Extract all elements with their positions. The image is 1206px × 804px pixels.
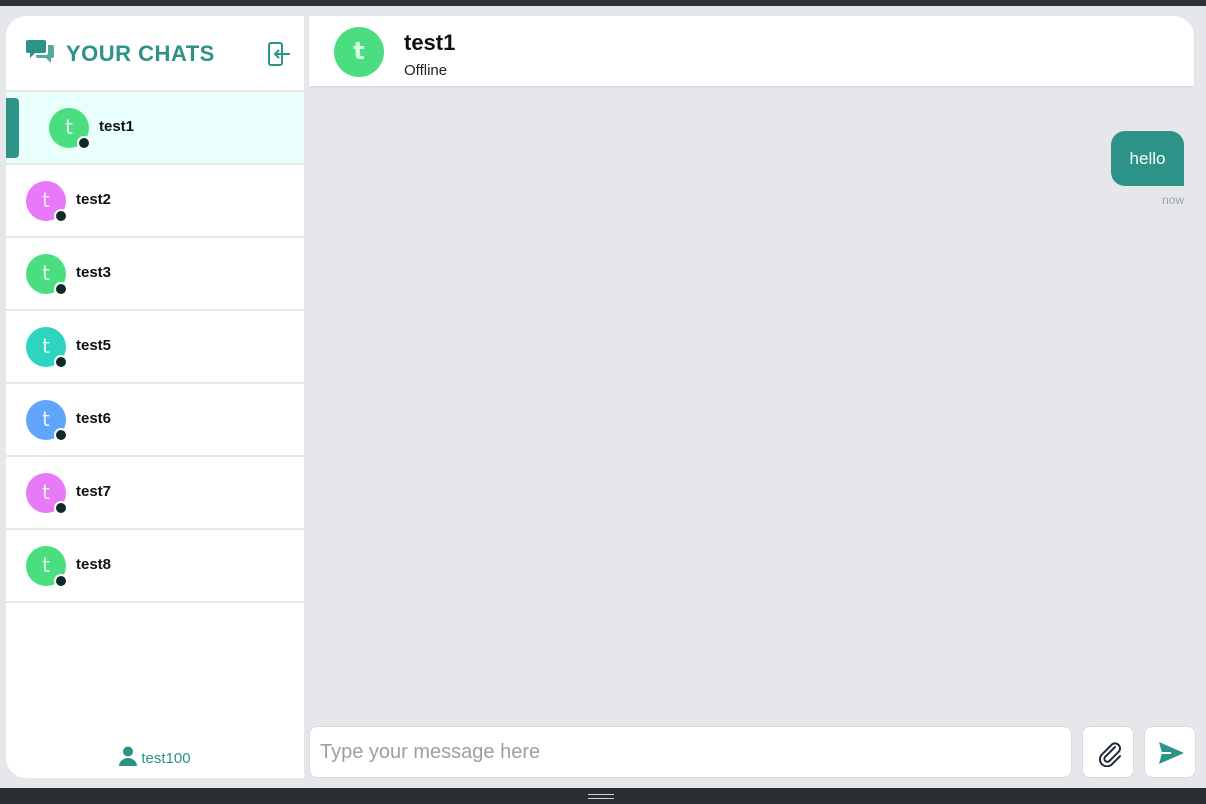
avatar: t [49, 108, 91, 150]
avatar: t [26, 400, 68, 442]
resize-handle[interactable] [588, 798, 614, 799]
status-dot [54, 574, 68, 588]
user-icon [119, 746, 138, 766]
chat-item-test5[interactable]: t test5 [6, 311, 304, 384]
avatar-initial: t [42, 553, 50, 577]
chat-bubbles-icon [26, 40, 54, 63]
chat-name: test6 [76, 410, 112, 427]
status-dot [77, 136, 91, 150]
attach-button[interactable] [1082, 726, 1134, 778]
avatar-initial: t [65, 115, 73, 139]
message-input[interactable] [309, 726, 1072, 778]
avatar: t [26, 473, 68, 515]
contact-avatar: t [334, 27, 384, 77]
chat-header: t test1 Offline [309, 16, 1194, 86]
avatar-initial: t [42, 480, 50, 504]
avatar: t [26, 181, 68, 223]
status-dot [54, 209, 68, 223]
sidebar-header: YOUR CHATS [6, 16, 304, 92]
avatar-initial: t [42, 407, 50, 431]
avatar: t [26, 327, 68, 369]
app-frame: YOUR CHATS t test1 t test2 t test3 t tes… [0, 6, 1206, 788]
chat-item-test7[interactable]: t test7 [6, 457, 304, 530]
chat-item-test1[interactable]: t test1 [6, 92, 304, 165]
chat-name: test3 [76, 264, 112, 281]
window-bottom-bar [0, 788, 1206, 804]
sidebar: YOUR CHATS t test1 t test2 t test3 t tes… [6, 16, 304, 778]
avatar-initial: t [42, 188, 50, 212]
status-dot [54, 282, 68, 296]
logout-icon[interactable] [266, 40, 292, 68]
chat-item-test2[interactable]: t test2 [6, 165, 304, 238]
status-dot [54, 428, 68, 442]
chat-name: test5 [76, 337, 112, 354]
sidebar-title: YOUR CHATS [66, 41, 215, 66]
status-dot [54, 501, 68, 515]
avatar: t [26, 546, 68, 588]
avatar-initial: t [42, 261, 50, 285]
avatar-initial: t [42, 334, 50, 358]
resize-handle[interactable] [588, 794, 614, 795]
chat-name: test7 [76, 483, 112, 500]
message-timestamp: now [1161, 193, 1184, 207]
chat-list: t test1 t test2 t test3 t test5 t test6 … [6, 92, 304, 603]
message-bubble: hello [1111, 131, 1184, 186]
contact-name: test1 [404, 30, 456, 55]
chat-name: test8 [76, 556, 112, 573]
status-dot [54, 355, 68, 369]
current-user-name: test100 [141, 750, 191, 767]
paperclip-icon [1099, 742, 1121, 767]
chat-item-test8[interactable]: t test8 [6, 530, 304, 603]
chat-item-test6[interactable]: t test6 [6, 384, 304, 457]
chat-item-test3[interactable]: t test3 [6, 238, 304, 311]
chat-name: test2 [76, 191, 112, 208]
contact-status: Offline [404, 62, 448, 79]
avatar: t [26, 254, 68, 296]
chat-name: test1 [99, 118, 135, 135]
current-user: test100 [6, 746, 304, 770]
send-button[interactable] [1144, 726, 1196, 778]
active-indicator [6, 98, 19, 158]
send-icon [1159, 742, 1184, 764]
